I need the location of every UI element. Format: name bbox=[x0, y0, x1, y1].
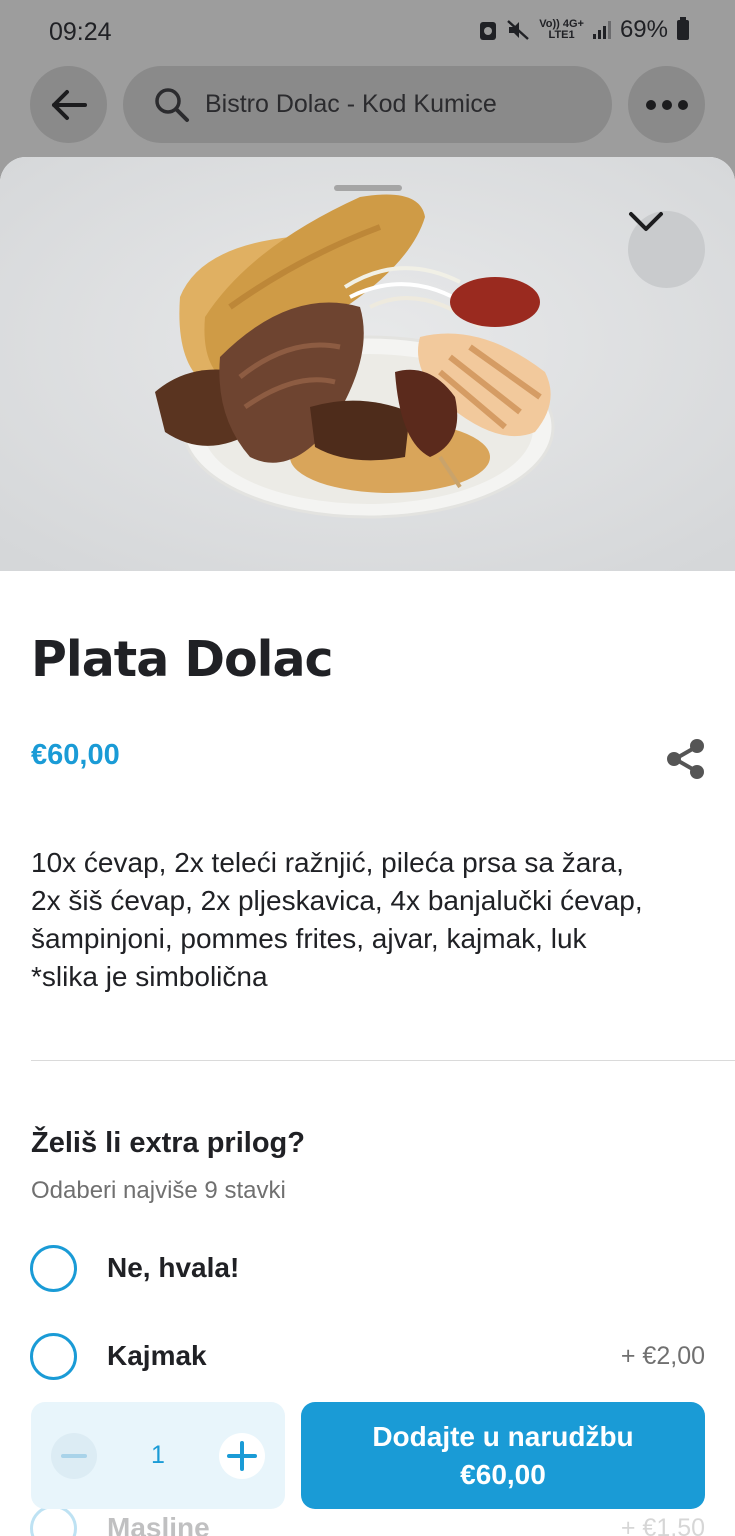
divider bbox=[31, 1060, 735, 1061]
options-heading: Želiš li extra prilog? bbox=[31, 1127, 305, 1159]
radio-button[interactable] bbox=[30, 1504, 77, 1536]
network-type-bottom: LTE1 bbox=[548, 29, 575, 41]
share-button[interactable] bbox=[664, 737, 708, 781]
lock-screen-icon bbox=[480, 22, 497, 40]
radio-button[interactable] bbox=[30, 1332, 77, 1380]
arrow-left-icon bbox=[51, 89, 87, 120]
more-icon bbox=[645, 99, 688, 110]
option-price: + €1,50 bbox=[620, 1513, 705, 1536]
sheet-drag-handle[interactable] bbox=[334, 185, 402, 191]
food-plate-illustration bbox=[0, 157, 735, 571]
add-to-order-price: €60,00 bbox=[460, 1458, 546, 1490]
option-label: Masline bbox=[107, 1512, 210, 1536]
battery-icon bbox=[677, 17, 689, 40]
description-line: šampinjoni, pommes frites, ajvar, kajmak… bbox=[31, 923, 587, 954]
chevron-down-icon bbox=[629, 212, 663, 231]
search-bar[interactable]: Bistro Dolac - Kod Kumice bbox=[123, 66, 612, 143]
item-sheet: Plata Dolac €60,00 10x ćevap, 2x teleći … bbox=[0, 157, 735, 1536]
search-text: Bistro Dolac - Kod Kumice bbox=[205, 90, 497, 118]
network-indicator: Vo)) 4G+ LTE1 bbox=[539, 19, 584, 41]
minus-icon bbox=[61, 1453, 87, 1458]
description-line: 2x šiš ćevap, 2x pljeskavica, 4x banjalu… bbox=[31, 885, 643, 916]
signal-icon bbox=[592, 21, 611, 39]
collapse-button[interactable] bbox=[628, 211, 705, 288]
item-photo bbox=[0, 157, 735, 571]
quantity-value: 1 bbox=[151, 1441, 165, 1469]
decrease-quantity-button[interactable] bbox=[51, 1432, 97, 1479]
item-title: Plata Dolac bbox=[31, 631, 334, 688]
status-icons: Vo)) 4G+ LTE1 69% bbox=[479, 16, 689, 44]
status-bar: 09:24 Vo)) 4G+ LTE1 69% bbox=[0, 0, 735, 62]
search-icon bbox=[155, 87, 189, 122]
option-label: Ne, hvala! bbox=[107, 1252, 240, 1283]
description-line: 10x ćevap, 2x teleći ražnjić, pileća prs… bbox=[31, 847, 624, 878]
header: Bistro Dolac - Kod Kumice bbox=[0, 62, 735, 158]
back-button[interactable] bbox=[30, 66, 107, 143]
battery-percent: 69% bbox=[619, 16, 668, 43]
increase-quantity-button[interactable] bbox=[219, 1432, 265, 1479]
share-icon bbox=[667, 739, 704, 779]
add-to-order-label: Dodajte u narudžbu bbox=[372, 1420, 634, 1452]
option-label: Kajmak bbox=[107, 1340, 207, 1371]
option-row-ne-hvala[interactable]: Ne, hvala! bbox=[30, 1243, 705, 1293]
status-time: 09:24 bbox=[49, 18, 112, 46]
option-price: + €2,00 bbox=[620, 1341, 705, 1370]
description-line: *slika je simbolična bbox=[31, 961, 268, 992]
quantity-stepper: 1 bbox=[31, 1402, 285, 1509]
radio-button[interactable] bbox=[30, 1244, 77, 1292]
options-subheading: Odaberi najviše 9 stavki bbox=[31, 1177, 286, 1204]
option-row-kajmak[interactable]: Kajmak + €2,00 bbox=[30, 1331, 705, 1381]
item-price: €60,00 bbox=[31, 739, 120, 771]
add-to-order-button[interactable]: Dodajte u narudžbu €60,00 bbox=[301, 1402, 705, 1509]
mute-icon bbox=[507, 20, 530, 40]
more-button[interactable] bbox=[628, 66, 705, 143]
item-description: 10x ćevap, 2x teleći ražnjić, pileća prs… bbox=[31, 844, 721, 996]
plus-icon bbox=[227, 1440, 257, 1471]
